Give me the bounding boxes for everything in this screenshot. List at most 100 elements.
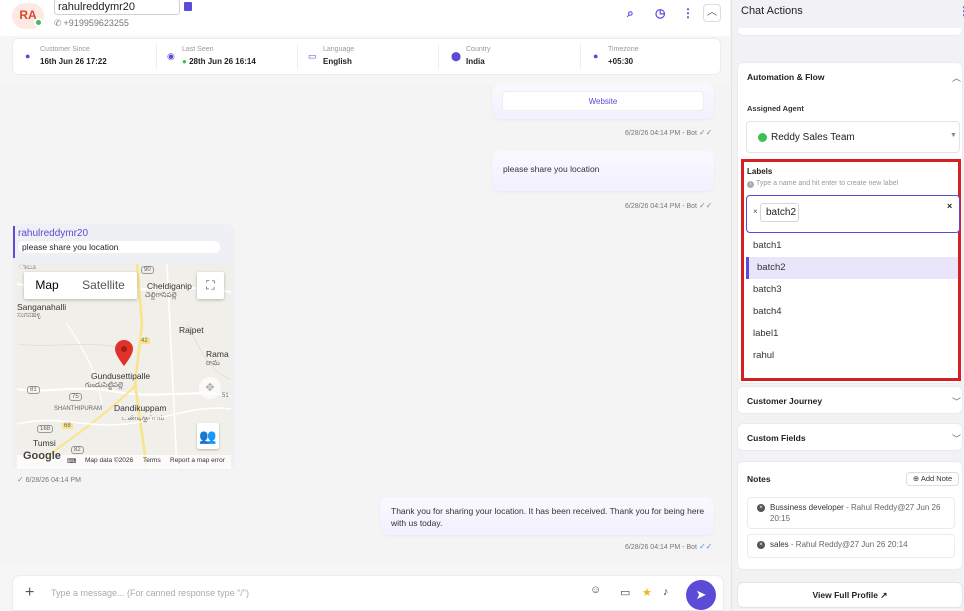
road-marker: 82 — [71, 446, 84, 454]
map-pin-icon — [115, 340, 133, 366]
assigned-agent-value: Reddy Sales Team — [771, 132, 855, 143]
road-marker: 81 — [27, 386, 40, 394]
emoji-icon[interactable]: ☺ — [590, 584, 601, 596]
chat-area: RA rahulreddymr20 ✆ +919959623255 ⌕ ◷ ⋮ ︿… — [0, 0, 730, 611]
label-chip[interactable]: batch2 — [760, 203, 799, 222]
chevron-up-icon[interactable]: ︿ — [703, 4, 721, 22]
delete-note-icon[interactable]: × — [757, 504, 765, 512]
more-vertical-icon[interactable]: ⋮ — [682, 6, 694, 20]
collapsed-card — [737, 28, 963, 36]
star-icon[interactable]: ★ — [642, 586, 652, 599]
street-view-pegman-icon[interactable]: 👥 — [197, 423, 219, 449]
info-icon: i — [747, 181, 754, 188]
keyboard-icon[interactable]: ⌨ — [67, 457, 76, 465]
location-pin-icon: ⬤ — [451, 51, 462, 61]
assigned-agent-label: Assigned Agent — [747, 104, 804, 113]
road-marker: 68 — [62, 423, 73, 429]
plus-icon[interactable]: + — [25, 584, 34, 602]
road-marker: 168 — [37, 425, 54, 433]
website-link-button[interactable]: Website — [502, 91, 704, 111]
map-place-label: Sanganahalli — [17, 302, 67, 312]
customer-journey-card[interactable]: Customer Journey ﹀ — [737, 386, 963, 414]
view-full-profile-button[interactable]: View Full Profile ↗ — [737, 582, 963, 608]
user-icon: ● — [25, 51, 31, 61]
note-text: Bussiness developer — [770, 503, 844, 512]
clear-icon[interactable]: × — [947, 201, 952, 211]
label-option[interactable]: batch4 — [746, 301, 958, 323]
notes-title: Notes — [747, 474, 771, 484]
map-place-label: చెల్దిగానిపల్లె — [145, 292, 177, 299]
map-place-label: Cheldiganip — [147, 281, 192, 291]
report-map-error-link[interactable]: Report a map error — [170, 457, 225, 464]
custom-fields-card[interactable]: Custom Fields ﹀ — [737, 423, 963, 451]
microphone-icon[interactable]: ♪ — [663, 586, 669, 598]
message-input[interactable]: Type a message... (For canned response t… — [51, 588, 249, 598]
chat-header: RA rahulreddymr20 ✆ +919959623255 ⌕ ◷ ⋮ ︿ — [0, 0, 730, 36]
message-composer: + Type a message... (For canned response… — [12, 575, 724, 611]
label-option[interactable]: rahul — [746, 345, 958, 367]
bot-message-text: Thank you for sharing your location. It … — [391, 506, 705, 528]
map-type-toggle: Map Satellite — [24, 272, 137, 299]
labels-title: Labels — [747, 167, 773, 176]
template-icon[interactable]: ▭ — [620, 586, 630, 599]
fullscreen-icon[interactable]: ⛶ — [197, 272, 224, 299]
phone-number: +919959623255 — [63, 18, 129, 28]
road-marker: 42 — [139, 338, 150, 344]
message-meta: 6/28/26 04:14 PM - Bot ✓✓ — [625, 201, 713, 210]
quoted-message: please share you location — [18, 241, 220, 253]
custom-fields-title: Custom Fields — [747, 433, 806, 443]
map-place-label: Rajpet — [179, 325, 204, 335]
label-option-selected[interactable]: batch2 — [746, 257, 958, 279]
automation-flow-title[interactable]: Automation & Flow — [747, 72, 824, 82]
delete-note-icon[interactable]: × — [757, 541, 765, 549]
language-icon: ▭ — [308, 51, 317, 61]
clock-icon: ● — [593, 51, 599, 61]
chevron-down-icon[interactable]: ﹀ — [952, 395, 961, 408]
message-meta: ✓ 6/28/26 04:14 PM — [17, 475, 81, 484]
map-place-label: SHANTHIPURAM — [54, 406, 103, 412]
map-pan-control[interactable]: ✥ — [199, 377, 221, 399]
map-type-satellite-button[interactable]: Satellite — [70, 272, 137, 299]
sender-name: rahulreddymr20 — [18, 228, 89, 239]
message-meta: 6/28/26 04:14 PM - Bot ✓✓ — [625, 128, 713, 137]
map-place-label: Rama — [206, 349, 229, 359]
map-place-label: Tumsi — [33, 438, 56, 448]
label-option[interactable]: batch3 — [746, 279, 958, 301]
map-data-text: Map data ©2026 — [85, 457, 134, 464]
remove-chip-icon[interactable]: × — [753, 207, 758, 216]
save-icon[interactable] — [184, 2, 192, 11]
road-marker: 75 — [69, 393, 82, 401]
contact-name-input[interactable]: rahulreddymr20 — [54, 0, 180, 15]
send-button[interactable]: ➤ — [686, 580, 716, 610]
agent-status-dot — [758, 133, 767, 142]
terms-link[interactable]: Terms — [143, 457, 161, 464]
note-item: × sales - Rahul Reddy@27 Jun 26 20:14 — [747, 534, 955, 558]
map-place-label: Gundusettipalle — [91, 371, 151, 381]
reply-bar — [13, 226, 15, 258]
map-place-label: Dandikuppam — [114, 403, 167, 413]
timer-icon[interactable]: ◷ — [655, 6, 665, 20]
road-marker: 90 — [141, 266, 154, 274]
panel-title: Chat Actions — [741, 5, 803, 17]
label-option[interactable]: batch1 — [746, 235, 958, 257]
more-vertical-icon[interactable]: ⋮ — [958, 4, 964, 18]
add-note-button[interactable]: ⊕ Add Note — [906, 472, 959, 486]
chevron-down-icon[interactable]: ﹀ — [952, 432, 961, 445]
map-place-label: రామ — [206, 360, 220, 367]
road-marker: 51 — [222, 393, 229, 399]
assigned-agent-select[interactable]: Reddy Sales Team ▼ — [746, 121, 960, 153]
label-option[interactable]: label1 — [746, 323, 958, 345]
labels-hint: i Type a name and hit enter to create new… — [747, 180, 898, 188]
contact-phone: ✆ +919959623255 — [54, 18, 129, 29]
note-item: × Bussiness developer - Rahul Reddy@27 J… — [747, 497, 955, 529]
map-place-label: గుండుసెట్టిపల్లె — [85, 382, 123, 389]
search-icon[interactable]: ⌕ — [627, 6, 634, 21]
caret-down-icon: ▼ — [950, 132, 957, 139]
note-author: - Rahul Reddy@27 Jun 26 20:14 — [788, 540, 908, 549]
map-place-label: டண்டிகுப்பம் — [122, 415, 165, 422]
map-type-map-button[interactable]: Map — [24, 272, 70, 299]
external-link-icon: ↗ — [880, 590, 888, 600]
chevron-up-icon[interactable]: ︿ — [952, 71, 961, 84]
online-status-dot — [34, 18, 43, 27]
eye-icon: ◉ — [167, 51, 175, 61]
